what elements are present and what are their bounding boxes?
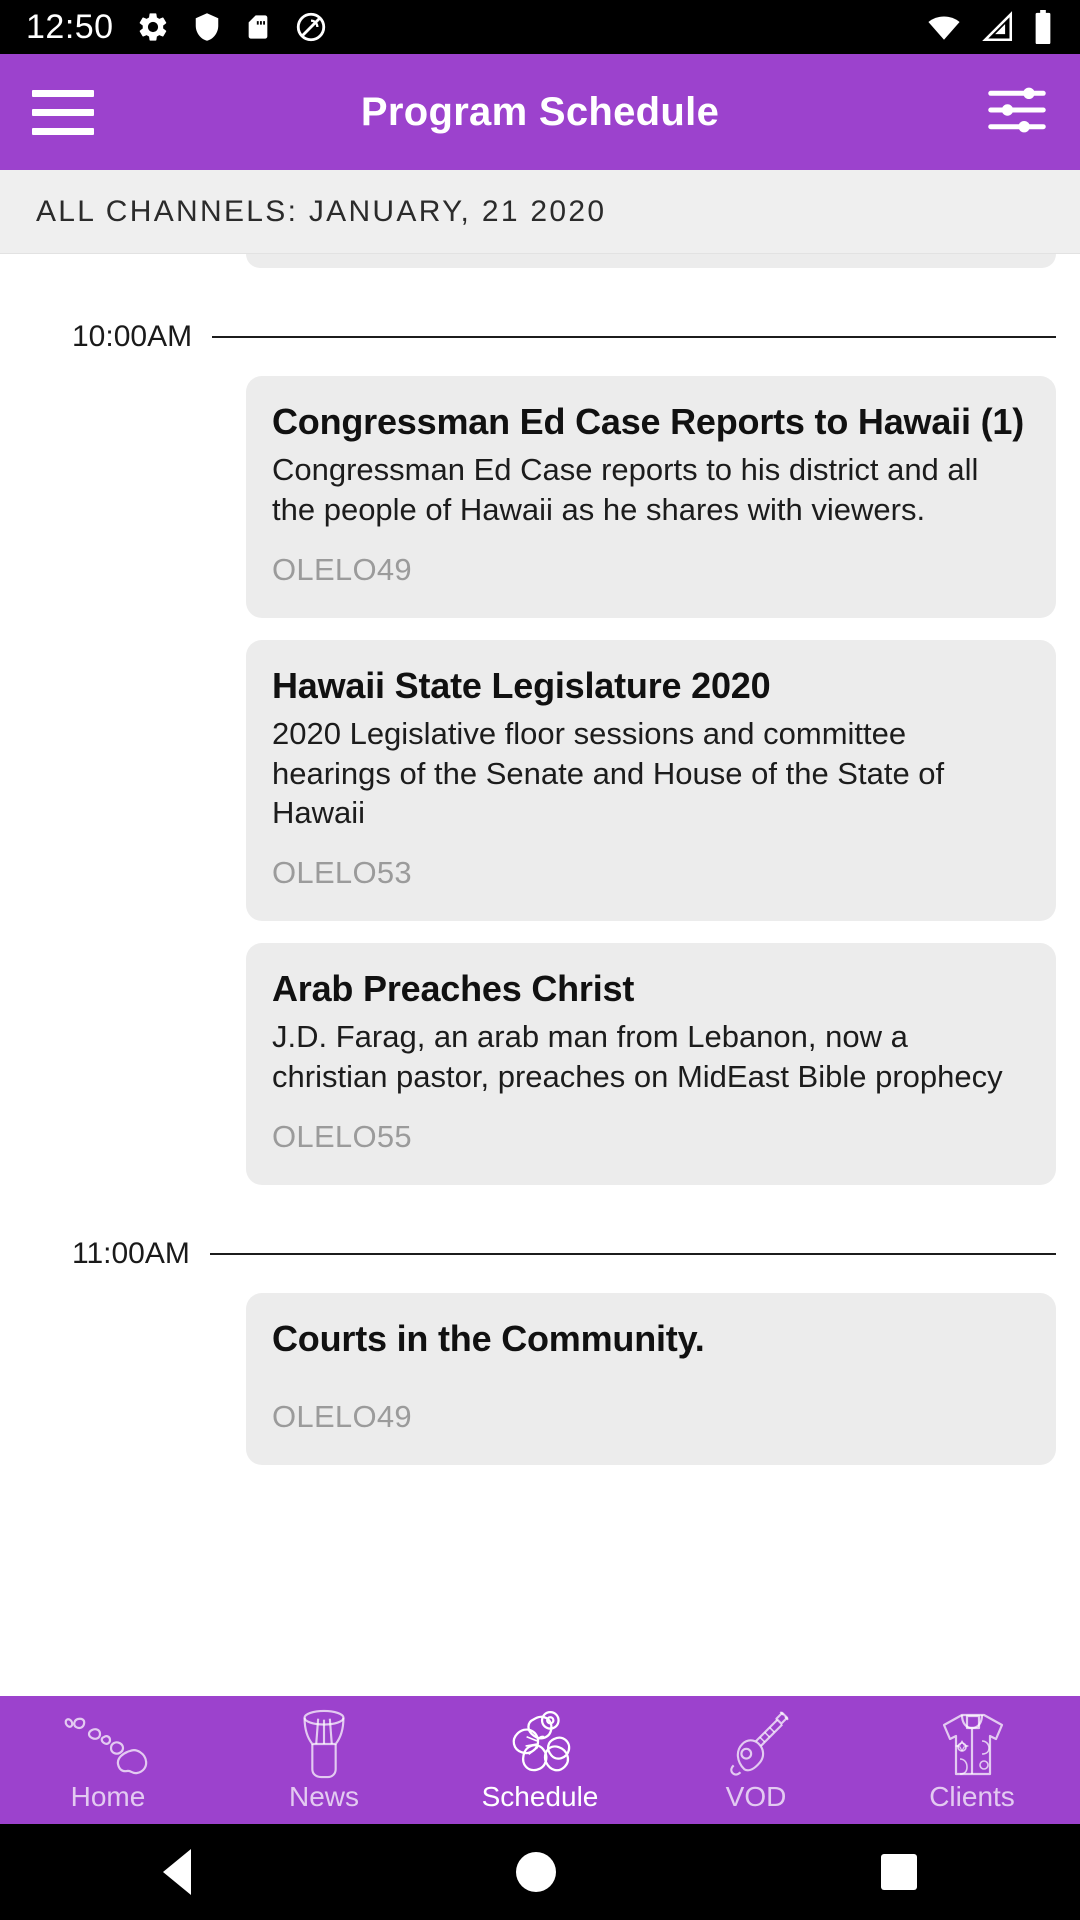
nav-label-vod: VOD [725, 1781, 787, 1812]
nav-item-vod[interactable]: VOD [648, 1709, 864, 1811]
hamburger-menu-icon[interactable] [32, 89, 94, 135]
nav-label-schedule: Schedule [481, 1781, 599, 1812]
ukulele-icon [716, 1709, 796, 1779]
hibiscus-flower-icon [499, 1709, 581, 1779]
program-title: Arab Preaches Christ [272, 967, 635, 1009]
nav-item-clients[interactable]: Clients [864, 1709, 1080, 1811]
time-rule [212, 336, 1056, 338]
status-left-icons [136, 10, 328, 44]
page-title: Program Schedule [360, 89, 720, 134]
nav-item-home[interactable]: Home [0, 1709, 216, 1811]
home-button[interactable] [515, 1852, 556, 1892]
sd-card-icon [248, 15, 267, 39]
nav-item-schedule[interactable]: Schedule [432, 1709, 648, 1811]
bottom-navigation: Home News Schedule VOD Clients [0, 1696, 1080, 1824]
program-card[interactable]: Arab Preaches Christ J.D. Farag, an arab … [246, 942, 1056, 1185]
cellular-signal-icon [982, 11, 1013, 42]
schedule-list[interactable]: 10:00AM Congressman Ed Case Reports to Ha… [0, 254, 1080, 1696]
back-button[interactable] [162, 1849, 191, 1895]
program-channel: OLELO49 [272, 1398, 412, 1434]
channel-date-header: ALL CHANNELS: JANUARY, 21 2020 [0, 170, 1080, 254]
hawaiian-drum-icon [285, 1709, 363, 1779]
program-card[interactable]: Courts in the Community. OLELO49 [246, 1292, 1056, 1465]
program-card[interactable]: Hawaii State Legislature 2020 2020 Legisl… [246, 639, 1056, 921]
program-description: 2020 Legislative floor sessions and comm… [272, 715, 945, 831]
nav-label-clients: Clients [929, 1781, 1015, 1812]
gear-icon [139, 13, 166, 41]
filter-sliders-icon[interactable] [986, 83, 1048, 142]
program-description: J.D. Farag, an arab man from Lebanon, no… [272, 1019, 1003, 1094]
program-channel: OLELO55 [272, 1118, 412, 1154]
app-bar: Program Schedule [0, 54, 1080, 170]
app-screen: 12:50 Program Schedule ALL CHANNELS: JAN… [0, 0, 1080, 1920]
nav-label-home: Home [70, 1781, 146, 1812]
no-sign-icon [296, 12, 325, 42]
channel-date-label: ALL CHANNELS: JANUARY, 21 2020 [36, 194, 607, 228]
nav-label-news: News [288, 1781, 359, 1812]
time-label: 10:00AM [72, 320, 193, 353]
time-divider: 10:00AM [0, 320, 1080, 354]
nav-item-news[interactable]: News [216, 1709, 432, 1811]
program-title: Congressman Ed Case Reports to Hawaii (1… [272, 401, 1024, 442]
program-title: Courts in the Community. [272, 1317, 705, 1359]
aloha-shirt-icon [931, 1709, 1013, 1779]
hawaiian-islands-icon [58, 1709, 158, 1779]
time-divider: 11:00AM [0, 1237, 1080, 1271]
battery-icon [1035, 10, 1051, 44]
program-channel: OLELO49 [272, 551, 412, 587]
shield-icon [195, 13, 218, 41]
program-description: Congressman Ed Case reports to his distr… [272, 452, 979, 527]
recents-button[interactable] [881, 1854, 918, 1890]
program-card[interactable]: Congressman Ed Case Reports to Hawaii (1… [246, 376, 1056, 618]
program-channel: OLELO53 [272, 854, 412, 890]
partial-program-card-above[interactable] [246, 254, 1056, 268]
status-right-icons [924, 10, 1054, 44]
time-rule [209, 1252, 1056, 1255]
wifi-icon [928, 16, 960, 40]
program-title: Hawaii State Legislature 2020 [272, 664, 771, 706]
status-bar: 12:50 [0, 0, 1080, 54]
status-time: 12:50 [26, 7, 114, 46]
android-system-nav [0, 1824, 1080, 1920]
time-label: 11:00AM [72, 1236, 190, 1270]
